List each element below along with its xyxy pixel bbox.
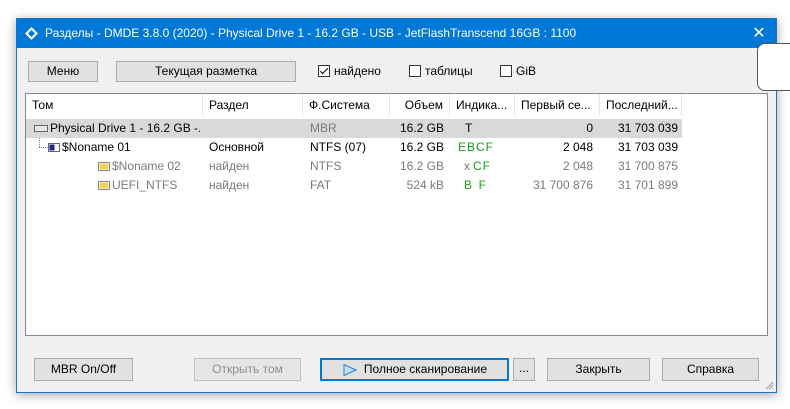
- cell-filesystem: NTFS (07): [310, 140, 367, 154]
- cell-volume: $Noname 02: [112, 159, 181, 173]
- found-checkbox[interactable]: найдено: [318, 63, 381, 79]
- partitions-window: Разделы - DMDE 3.8.0 (2020) - Physical D…: [16, 18, 777, 393]
- gib-checkbox-label: GiB: [516, 64, 537, 78]
- window-title: Разделы - DMDE 3.8.0 (2020) - Physical D…: [45, 26, 577, 40]
- column-header-volume[interactable]: Том: [26, 94, 203, 116]
- cell-filesystem: FAT: [310, 178, 332, 192]
- cell-indicators: B F: [464, 178, 487, 192]
- cell-first-sector: 0: [586, 121, 593, 135]
- partition-list[interactable]: Том Раздел Ф.Система Объем Индика... Пер…: [25, 93, 768, 336]
- cell-indicators: CF: [473, 159, 491, 173]
- close-button[interactable]: Закрыть: [547, 358, 650, 381]
- full-scan-button[interactable]: Полное сканирование: [320, 358, 509, 381]
- cell-filesystem: MBR: [310, 121, 337, 135]
- gib-checkbox[interactable]: GiB: [500, 63, 536, 79]
- cell-first-sector: 2 048: [562, 140, 593, 154]
- cell-indicators-prefix: x: [464, 159, 470, 173]
- cell-last-sector: 31 703 039: [617, 140, 678, 154]
- cell-indicators: EBCF: [458, 140, 495, 154]
- column-header-filesystem[interactable]: Ф.Система: [303, 94, 390, 116]
- cell-first-sector: 2 048: [562, 159, 593, 173]
- cell-partition: [209, 119, 299, 138]
- cell-first-sector: 31 700 876: [532, 178, 593, 192]
- column-header-indicators[interactable]: Индика...: [450, 94, 515, 116]
- play-icon: [343, 364, 357, 376]
- cell-size: 16.2 GB: [399, 140, 444, 154]
- tables-checkbox-label: таблицы: [425, 64, 473, 78]
- cell-last-sector: 31 700 875: [617, 159, 678, 173]
- column-header-last-sector[interactable]: Последний...: [600, 94, 682, 116]
- table-row[interactable]: $Noname 02 найден NTFS 16.2 GB x CF 2 04…: [26, 157, 682, 176]
- column-header-partition[interactable]: Раздел: [203, 94, 303, 116]
- found-checkbox-box[interactable]: [318, 65, 330, 77]
- table-row[interactable]: Physical Drive 1 - 16.2 GB -... MBR 16.2…: [26, 119, 682, 138]
- cell-volume: $Noname 01: [62, 140, 131, 154]
- background-window-edge: [757, 43, 790, 91]
- tables-checkbox[interactable]: таблицы: [409, 63, 473, 79]
- drive-icon: [34, 125, 48, 132]
- cell-partition: найден: [209, 159, 250, 173]
- cell-volume: Physical Drive 1 - 16.2 GB -...: [50, 121, 200, 135]
- cell-size: 524 kB: [406, 178, 444, 192]
- column-header-first-sector[interactable]: Первый се...: [515, 94, 600, 116]
- cell-size: 16.2 GB: [399, 121, 444, 135]
- cell-partition: найден: [209, 178, 250, 192]
- more-options-button[interactable]: ...: [513, 358, 535, 381]
- tables-checkbox-box[interactable]: [409, 65, 421, 77]
- cell-filesystem: NTFS: [310, 159, 342, 173]
- resize-grip-icon[interactable]: [765, 381, 774, 390]
- cell-indicators: T: [465, 121, 473, 135]
- app-icon: [25, 27, 38, 40]
- table-row[interactable]: UEFI_NTFS найден FAT 524 kB B F 31 700 8…: [26, 176, 682, 195]
- found-checkbox-label: найдено: [334, 64, 381, 78]
- mbr-toggle-button[interactable]: MBR On/Off: [34, 358, 133, 381]
- current-layout-button[interactable]: Текущая разметка: [116, 61, 296, 82]
- cell-size: 16.2 GB: [399, 159, 444, 173]
- cell-last-sector: 31 701 899: [617, 178, 678, 192]
- full-scan-label: Полное сканирование: [363, 362, 488, 376]
- cell-last-sector: 31 703 039: [617, 121, 678, 135]
- partition-icon: [98, 181, 110, 190]
- menu-button[interactable]: Меню: [28, 61, 98, 82]
- title-bar[interactable]: Разделы - DMDE 3.8.0 (2020) - Physical D…: [17, 19, 776, 48]
- column-header-size[interactable]: Объем: [390, 94, 450, 116]
- partition-icon: [98, 162, 110, 171]
- open-volume-button[interactable]: Открыть том: [194, 358, 301, 381]
- gib-checkbox-box[interactable]: [500, 65, 512, 77]
- table-row[interactable]: $Noname 01 Основной NTFS (07) 16.2 GB EB…: [26, 138, 682, 157]
- partition-icon: [48, 143, 60, 152]
- cell-partition: Основной: [209, 140, 265, 154]
- help-button[interactable]: Справка: [662, 358, 759, 381]
- cell-volume: UEFI_NTFS: [112, 178, 178, 192]
